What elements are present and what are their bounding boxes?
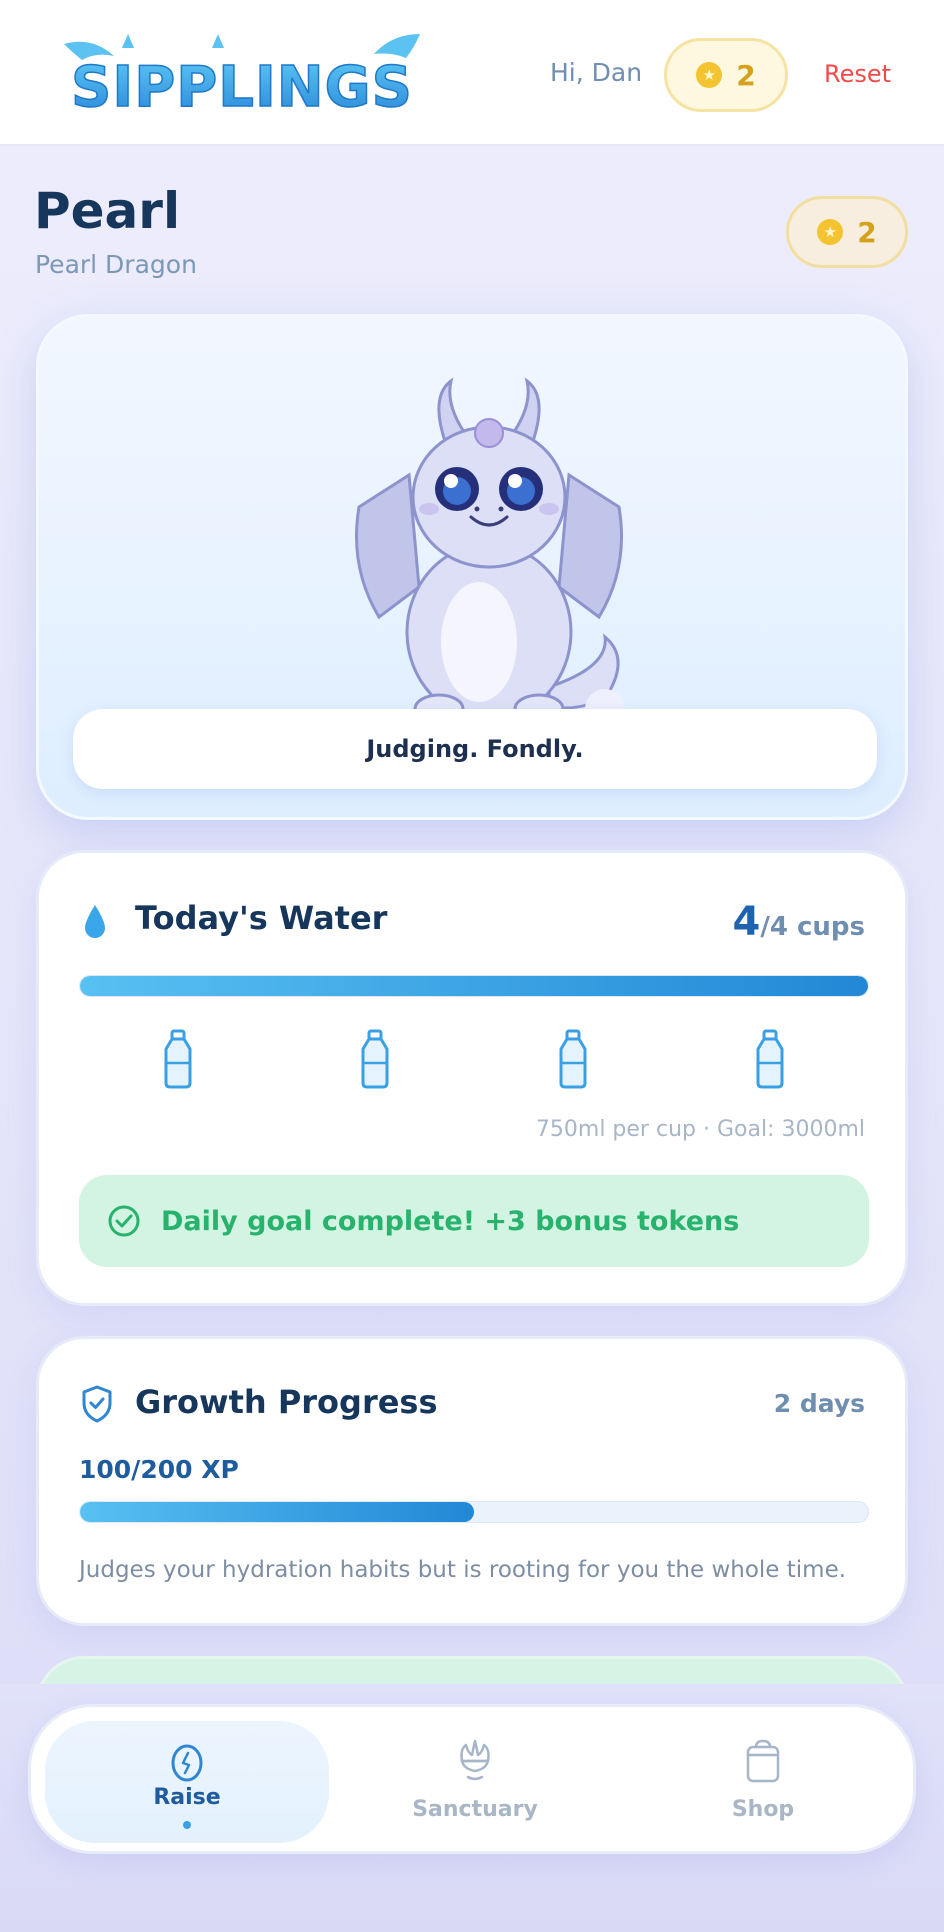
bottle-icon[interactable] bbox=[162, 1029, 194, 1089]
pet-card: Judging. Fondly. bbox=[36, 314, 908, 820]
egg-icon bbox=[171, 1744, 203, 1782]
goal-message: Daily goal complete! +3 bonus tokens bbox=[161, 1205, 740, 1237]
xp-progress-bar bbox=[79, 1501, 869, 1523]
token-count: 2 bbox=[736, 58, 756, 92]
coin-icon: ★ bbox=[817, 219, 844, 245]
cups-count: 4/4 cups bbox=[733, 899, 866, 945]
xp-progress-fill bbox=[80, 1502, 474, 1522]
check-circle-icon bbox=[108, 1205, 140, 1237]
nav-label-raise: Raise bbox=[153, 1785, 221, 1810]
bottom-nav: Raise Sanctuary Shop bbox=[28, 1704, 916, 1854]
water-progress-fill bbox=[80, 976, 868, 996]
water-title: Today's Water bbox=[135, 899, 388, 937]
growth-days: 2 days bbox=[773, 1389, 865, 1418]
dragon-illustration[interactable] bbox=[309, 357, 669, 737]
water-drop-icon bbox=[85, 905, 105, 938]
growth-card: Growth Progress 2 days 100/200 XP Judges… bbox=[36, 1336, 908, 1626]
reset-button[interactable]: Reset bbox=[824, 60, 891, 88]
app-header: SIPPLINGS Hi, Dan ★ 2 Reset bbox=[0, 0, 944, 146]
pet-token-badge: ★ 2 bbox=[786, 196, 908, 268]
token-balance[interactable]: ★ 2 bbox=[664, 38, 788, 112]
bottle-icon[interactable] bbox=[754, 1029, 786, 1089]
logo-text: SIPPLINGS bbox=[71, 55, 413, 120]
nav-label-shop: Shop bbox=[731, 1797, 795, 1822]
nav-label-sanctuary: Sanctuary bbox=[412, 1797, 538, 1822]
goal-complete-banner: Daily goal complete! +3 bonus tokens bbox=[79, 1175, 869, 1267]
coin-icon: ★ bbox=[696, 62, 723, 88]
cup-meta: 750ml per cup · Goal: 3000ml bbox=[535, 1117, 865, 1142]
pet-species: Pearl Dragon bbox=[35, 250, 197, 279]
shield-check-icon bbox=[82, 1385, 112, 1423]
sipplings-logo[interactable]: SIPPLINGS bbox=[62, 30, 422, 120]
nav-tab-raise[interactable]: Raise bbox=[45, 1721, 329, 1843]
bottle-icon[interactable] bbox=[557, 1029, 589, 1089]
sanctuary-icon bbox=[460, 1739, 490, 1781]
xp-label: 100/200 XP bbox=[79, 1455, 239, 1484]
pet-token-count: 2 bbox=[857, 215, 877, 249]
nav-tab-shop[interactable]: Shop bbox=[621, 1721, 905, 1843]
cups-total: /4 cups bbox=[760, 912, 865, 942]
bottle-icon[interactable] bbox=[359, 1029, 391, 1089]
nav-tab-sanctuary[interactable]: Sanctuary bbox=[333, 1721, 617, 1843]
water-card: Today's Water 4/4 cups 750ml per cup · G… bbox=[36, 850, 908, 1306]
cups-row bbox=[79, 1029, 869, 1093]
water-progress-bar bbox=[79, 975, 869, 997]
pet-name: Pearl bbox=[34, 182, 181, 240]
active-indicator bbox=[183, 1821, 191, 1829]
pet-description: Judges your hydration habits but is root… bbox=[79, 1557, 847, 1583]
cups-done: 4 bbox=[732, 899, 761, 945]
greeting: Hi, Dan bbox=[550, 58, 643, 87]
pet-quote: Judging. Fondly. bbox=[73, 709, 877, 789]
bag-icon bbox=[746, 1739, 780, 1783]
growth-title: Growth Progress bbox=[135, 1383, 438, 1421]
